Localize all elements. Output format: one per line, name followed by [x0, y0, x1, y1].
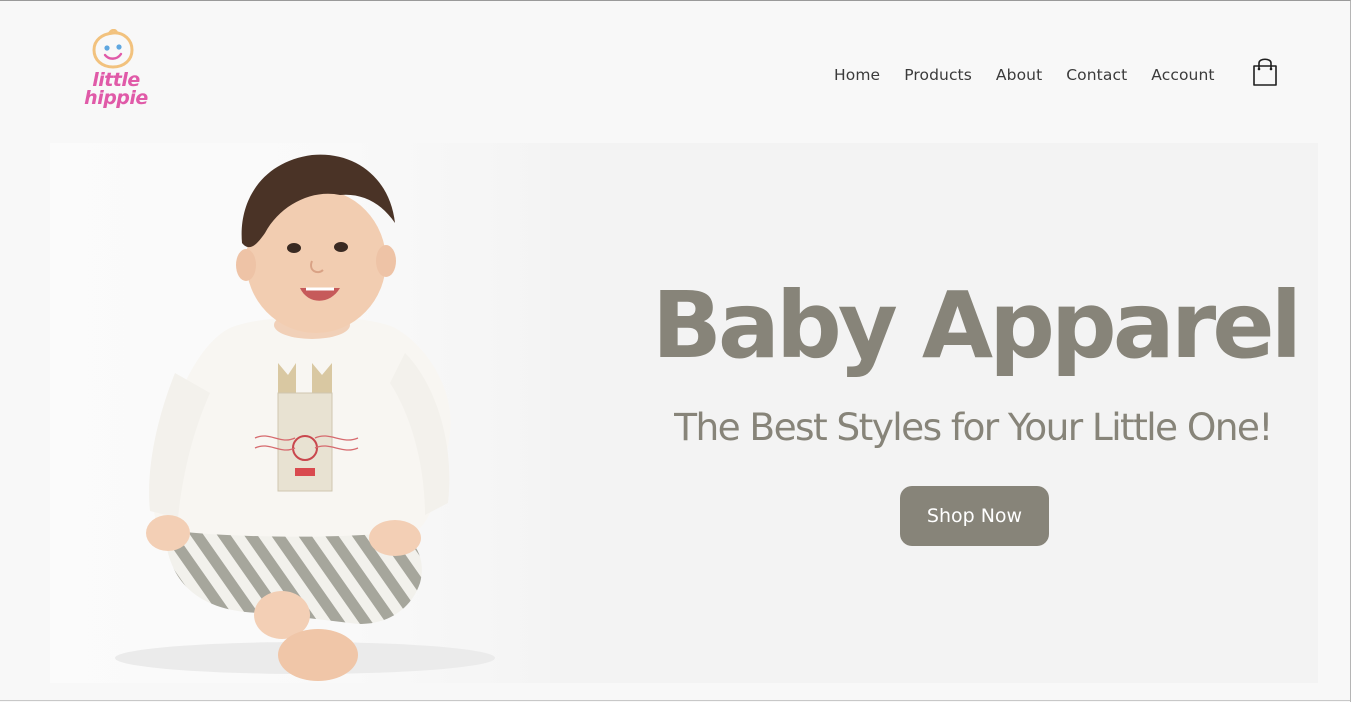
nav-link-contact[interactable]: Contact [1066, 66, 1127, 84]
hero-subtitle: The Best Styles for Your Little One! [674, 405, 1273, 449]
nav-link-about[interactable]: About [996, 66, 1042, 84]
baby-illustration [115, 154, 495, 681]
site-logo[interactable]: little hippie [80, 25, 152, 115]
shop-now-button[interactable]: Shop Now [900, 486, 1049, 546]
nav-link-products[interactable]: Products [904, 66, 972, 84]
shopping-bag-icon[interactable] [1252, 55, 1278, 87]
baby-photo [50, 143, 550, 683]
hero-banner: Baby Apparel The Best Styles for Your Li… [50, 143, 1318, 683]
site-header: little hippie Home Products About Contac… [0, 1, 1350, 141]
page-bottom-divider [0, 700, 1350, 701]
page: little hippie Home Products About Contac… [0, 0, 1351, 702]
logo-line-2: hippie [84, 87, 148, 109]
nav-link-account[interactable]: Account [1151, 66, 1214, 84]
nav-link-home[interactable]: Home [834, 66, 880, 84]
hero-title: Baby Apparel [651, 272, 1302, 379]
logo-wordmark: little hippie [80, 71, 152, 109]
main-nav: Home Products About Contact Account [834, 63, 1239, 87]
baby-face-icon [92, 29, 134, 69]
